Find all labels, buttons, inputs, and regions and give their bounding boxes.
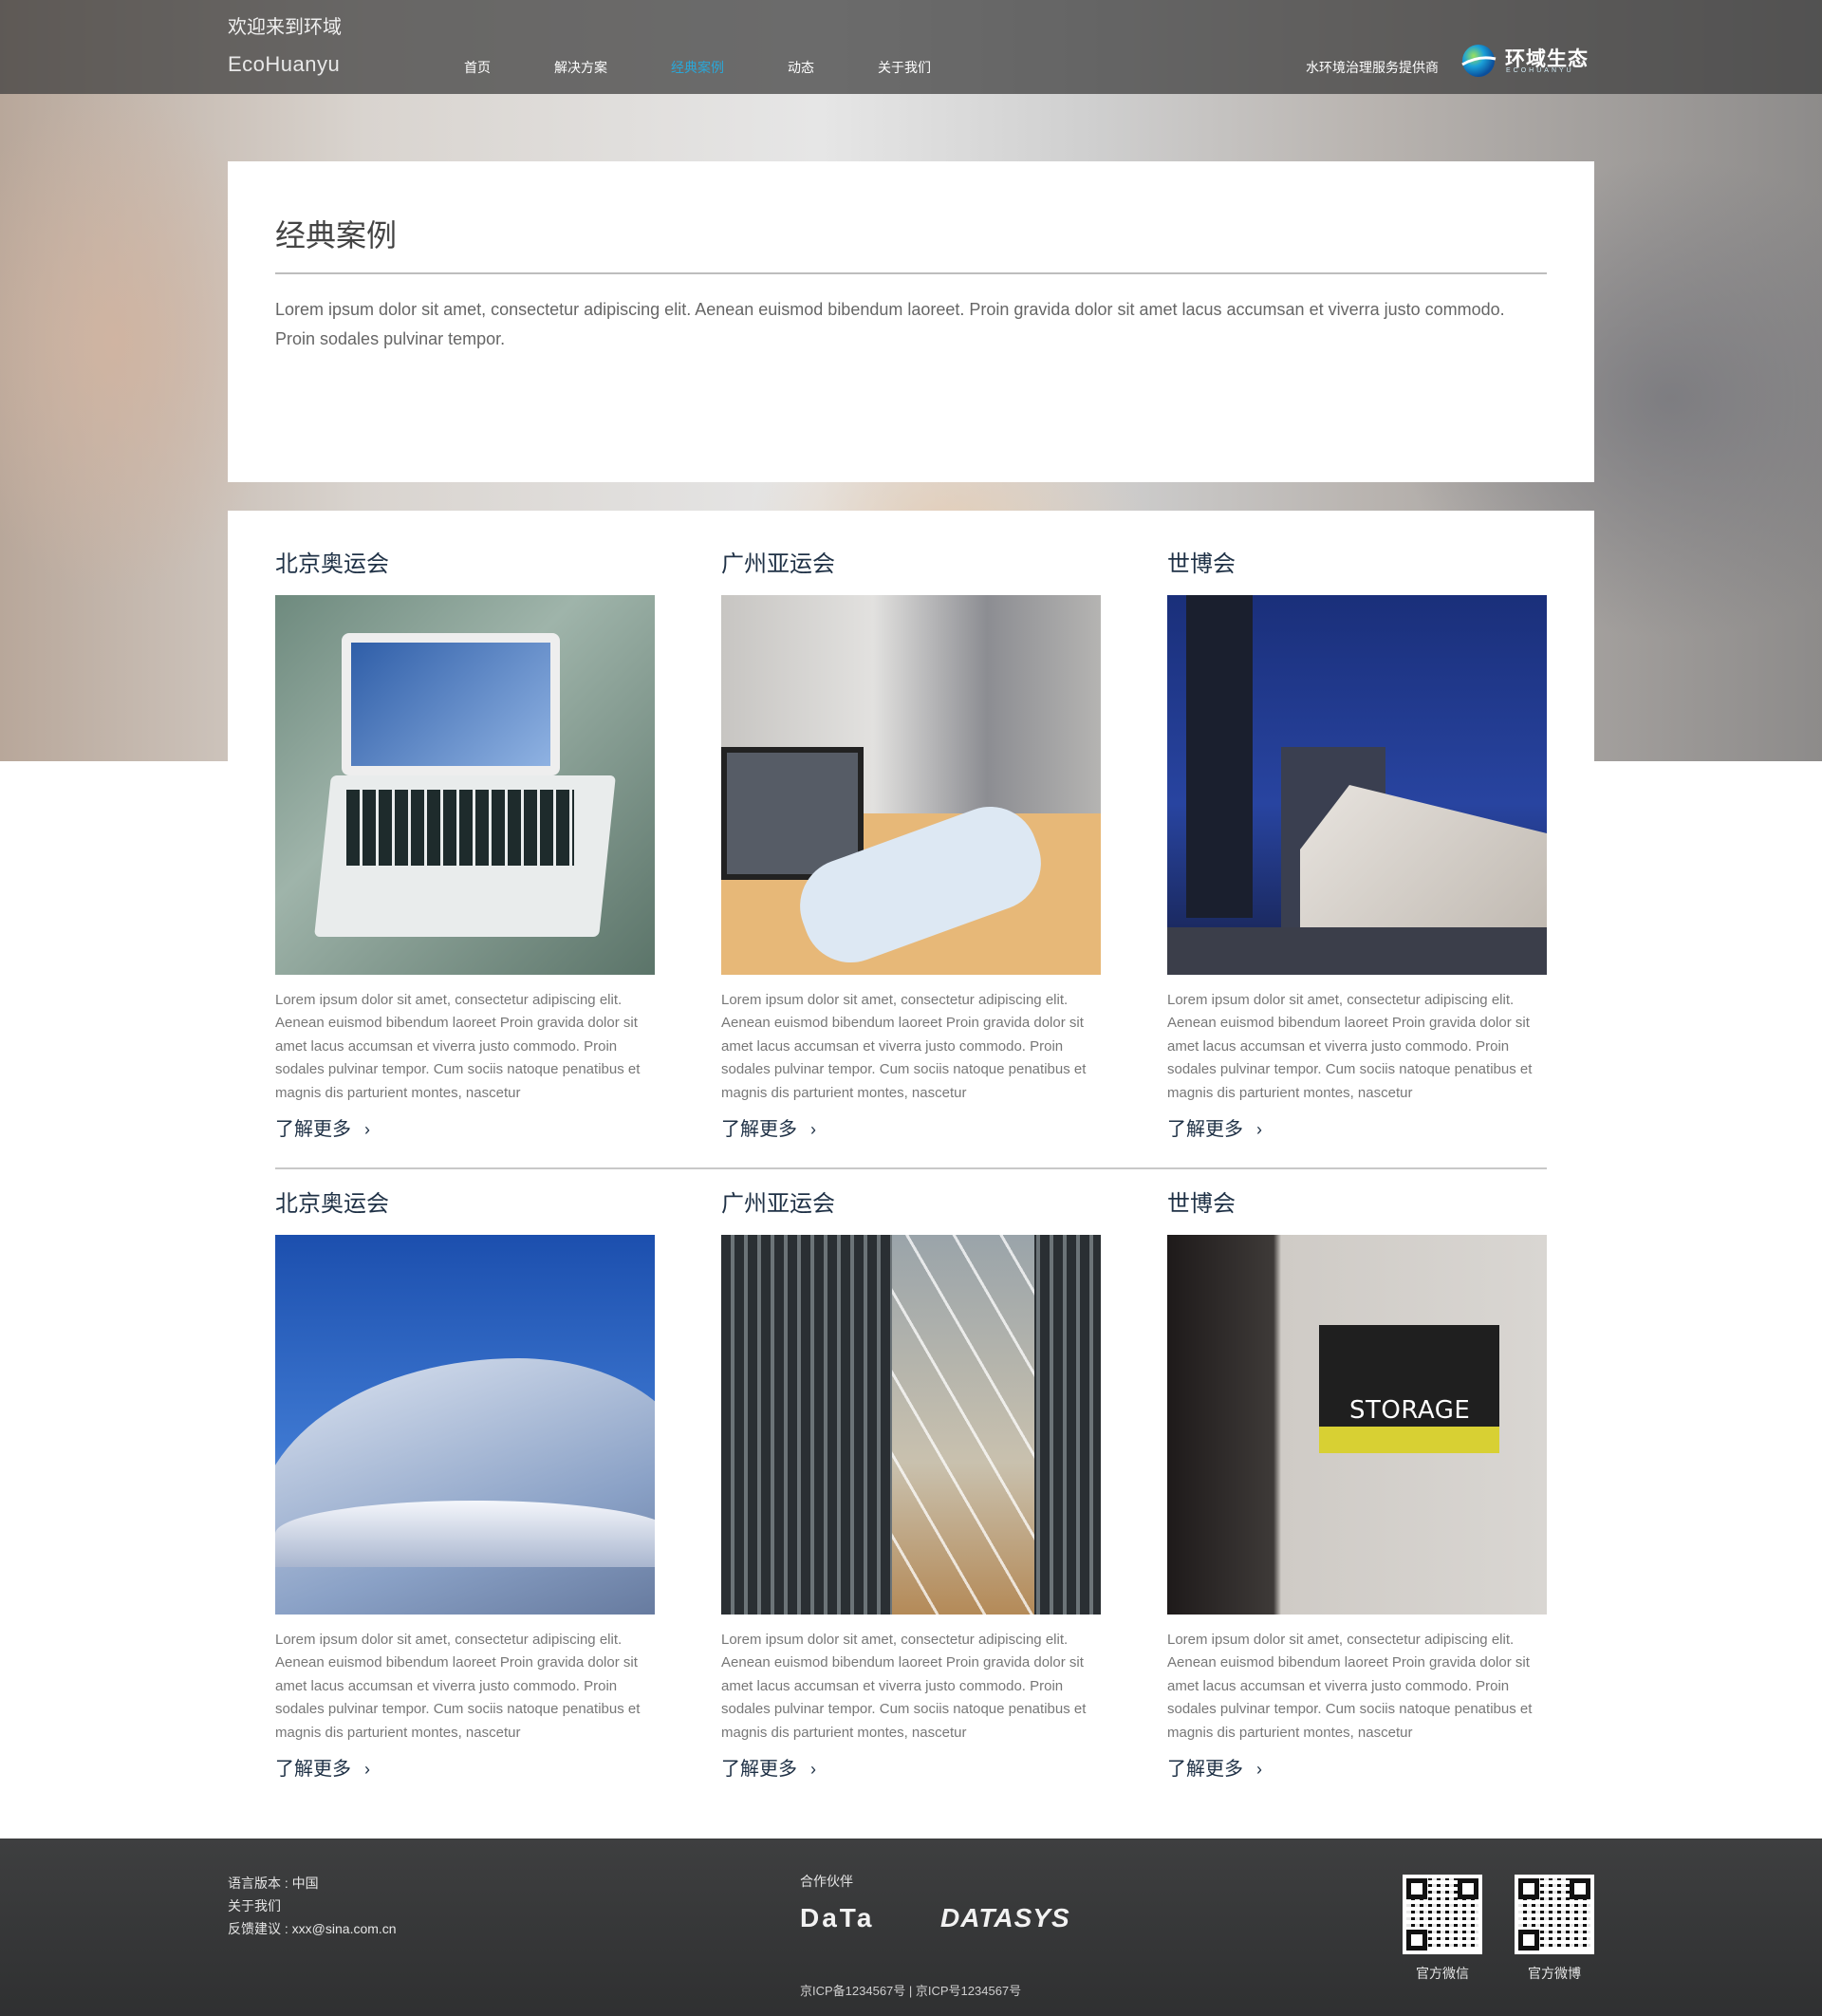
logo[interactable]: 环域生态 ECOHUANYU — [1459, 42, 1597, 80]
learn-more-label: 了解更多 — [275, 1759, 351, 1780]
chevron-right-icon: › — [1256, 1760, 1262, 1779]
case-title[interactable]: 广州亚运会 — [721, 1190, 1101, 1219]
case-description: Lorem ipsum dolor sit amet, consectetur … — [275, 992, 641, 1101]
chevron-right-icon: › — [364, 1760, 370, 1779]
icp-record: 京ICP备1234567号 | 京ICP号1234567号 — [800, 1984, 1022, 1998]
case-card: 广州亚运会 Lorem ipsum dolor sit amet, consec… — [721, 1190, 1101, 1782]
case-description: Lorem ipsum dolor sit amet, consectetur … — [1167, 992, 1533, 1101]
main-nav: 首页 解决方案 经典案例 动态 关于我们 — [464, 57, 995, 78]
case-title[interactable]: 北京奥运会 — [275, 1190, 655, 1219]
case-card: 世博会 Lorem ipsum dolor sit amet, consecte… — [1167, 551, 1547, 1142]
wechat-qr-code — [1403, 1875, 1482, 1954]
learn-more-link[interactable]: 了解更多 › — [1167, 1757, 1262, 1782]
learn-more-label: 了解更多 — [721, 1119, 797, 1140]
learn-more-label: 了解更多 — [275, 1119, 351, 1140]
case-image[interactable]: STORAGE — [1167, 1235, 1547, 1615]
roof-band — [275, 1501, 655, 1567]
case-image[interactable] — [275, 595, 655, 975]
case-description: Lorem ipsum dolor sit amet, consectetur … — [721, 1632, 1087, 1741]
case-title[interactable]: 世博会 — [1167, 551, 1547, 579]
chevron-right-icon: › — [364, 1120, 370, 1139]
case-image[interactable] — [721, 1235, 1101, 1615]
weibo-qr-code — [1515, 1875, 1594, 1954]
case-title[interactable]: 广州亚运会 — [721, 551, 1101, 579]
road — [1167, 927, 1547, 975]
brand-english-name: EcoHuanyu — [228, 52, 341, 76]
welcome-text: 欢迎来到环域 — [228, 17, 342, 38]
case-description: Lorem ipsum dolor sit amet, consectetur … — [275, 1632, 641, 1741]
qr-finder — [1570, 1878, 1590, 1899]
partner-logo-datasys[interactable]: DATASYS — [940, 1903, 1070, 1933]
case-card: 世博会 STORAGE Lorem ipsum dolor sit amet, … — [1167, 1190, 1547, 1782]
laptop-screen — [342, 633, 560, 775]
learn-more-link[interactable]: 了解更多 › — [721, 1757, 816, 1782]
brand-block: 欢迎来到环域 EcoHuanyu — [228, 13, 342, 79]
learn-more-label: 了解更多 — [721, 1759, 797, 1780]
wechat-label: 官方微信 — [1416, 1966, 1469, 1981]
glass-facade — [892, 1235, 1034, 1615]
top-navigation-bar: 欢迎来到环域 EcoHuanyu 首页 解决方案 经典案例 动态 关于我们 水环… — [0, 0, 1822, 94]
chevron-right-icon: › — [810, 1120, 816, 1139]
weibo-label: 官方微博 — [1528, 1966, 1581, 1981]
learn-more-label: 了解更多 — [1167, 1759, 1243, 1780]
slogan: 水环境治理服务提供商 — [1306, 60, 1439, 75]
qr-finder — [1406, 1930, 1427, 1951]
case-description: Lorem ipsum dolor sit amet, consectetur … — [1167, 1632, 1533, 1741]
nav-item-about[interactable]: 关于我们 — [878, 57, 931, 78]
learn-more-link[interactable]: 了解更多 › — [275, 1757, 370, 1782]
footer-about-link[interactable]: 关于我们 — [228, 1895, 397, 1917]
case-card: 广州亚运会 Lorem ipsum dolor sit amet, consec… — [721, 551, 1101, 1142]
learn-more-link[interactable]: 了解更多 › — [1167, 1117, 1262, 1142]
nav-item-home[interactable]: 首页 — [464, 57, 491, 78]
case-image[interactable] — [721, 595, 1101, 975]
chevron-right-icon: › — [810, 1760, 816, 1779]
qr-finder — [1406, 1878, 1427, 1899]
nav-item-news[interactable]: 动态 — [788, 57, 814, 78]
case-title[interactable]: 北京奥运会 — [275, 551, 655, 579]
qr-finder — [1518, 1878, 1539, 1899]
learn-more-link[interactable]: 了解更多 › — [721, 1117, 816, 1142]
language-version[interactable]: 语言版本 : 中国 — [228, 1872, 397, 1895]
footer-info: 语言版本 : 中国 关于我们 反馈建议 : xxx@sina.com.cn — [228, 1872, 397, 1940]
case-image[interactable] — [275, 1235, 655, 1615]
partners-title: 合作伙伴 — [800, 1874, 853, 1889]
learn-more-link[interactable]: 了解更多 › — [275, 1117, 370, 1142]
roof-curve — [275, 1358, 655, 1615]
nav-item-solutions[interactable]: 解决方案 — [554, 57, 607, 78]
case-card: 北京奥运会 Lorem ipsum dolor sit amet, consec… — [275, 551, 655, 1142]
globe-logo-icon — [1461, 45, 1497, 77]
nav-item-cases[interactable]: 经典案例 — [671, 57, 724, 78]
laptop-keyboard — [346, 790, 574, 866]
learn-more-label: 了解更多 — [1167, 1119, 1243, 1140]
case-image[interactable] — [1167, 595, 1547, 975]
chevron-right-icon: › — [1256, 1120, 1262, 1139]
case-title[interactable]: 世博会 — [1167, 1190, 1547, 1219]
sign-text: STORAGE — [1349, 1396, 1471, 1425]
storage-sign — [1319, 1325, 1499, 1453]
logo-subtext: ECOHUANYU — [1506, 67, 1574, 74]
intro-description: Lorem ipsum dolor sit amet, consectetur … — [275, 300, 1505, 348]
cases-grid: 北京奥运会 Lorem ipsum dolor sit amet, consec… — [228, 511, 1594, 1839]
feedback-email[interactable]: 反馈建议 : xxx@sina.com.cn — [228, 1917, 397, 1940]
case-card: 北京奥运会 Lorem ipsum dolor sit amet, consec… — [275, 1190, 655, 1782]
title-divider — [275, 272, 1547, 274]
qr-finder — [1458, 1878, 1478, 1899]
tower — [1186, 595, 1253, 918]
qr-finder — [1518, 1930, 1539, 1951]
page-title: 经典案例 — [275, 218, 398, 252]
row-divider — [275, 1167, 1547, 1169]
case-description: Lorem ipsum dolor sit amet, consectetur … — [721, 992, 1087, 1101]
exhibition-hall — [1300, 785, 1547, 946]
intro-card: 经典案例 Lorem ipsum dolor sit amet, consect… — [228, 161, 1594, 482]
partner-logo-data[interactable]: DaTa — [800, 1903, 874, 1933]
footer: 语言版本 : 中国 关于我们 反馈建议 : xxx@sina.com.cn 合作… — [0, 1839, 1822, 2016]
